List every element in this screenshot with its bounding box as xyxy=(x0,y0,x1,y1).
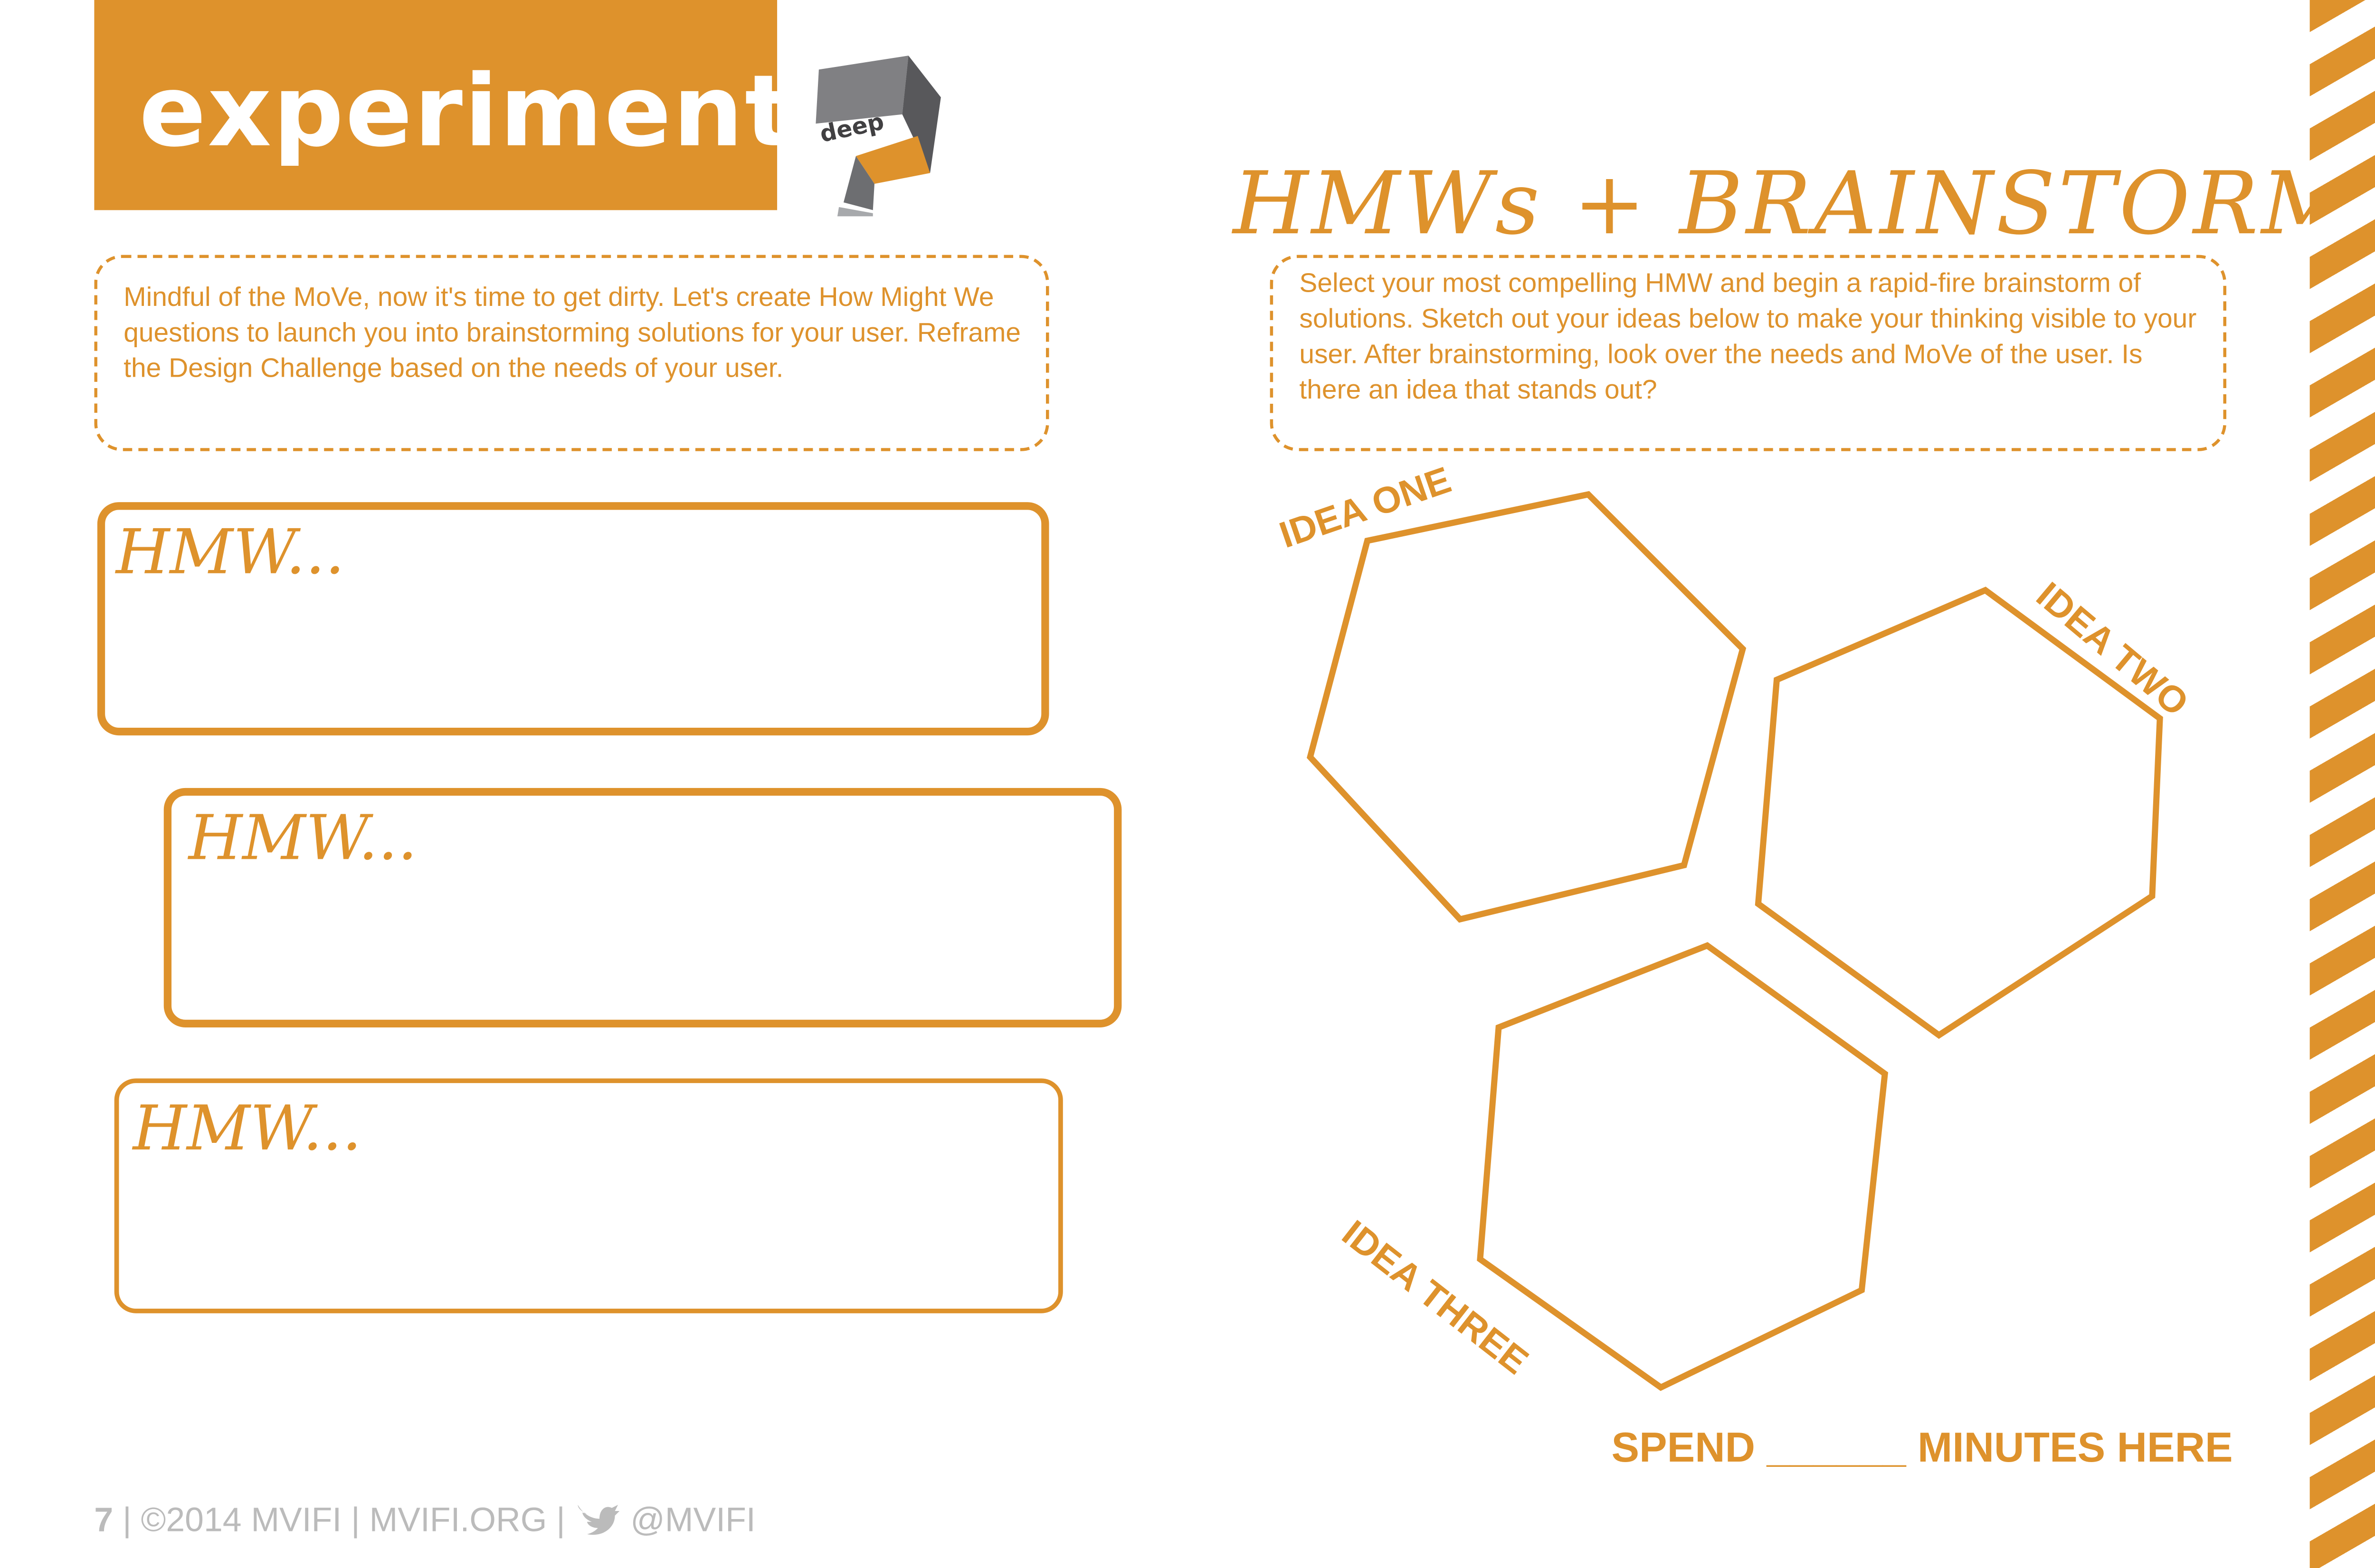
minutes-blank[interactable]: ______ xyxy=(1767,1425,1906,1471)
page-number: 7 xyxy=(94,1500,114,1539)
spend-prefix: SPEND xyxy=(1611,1424,1756,1471)
decorative-stripes xyxy=(2309,0,2375,1568)
copyright: ©2014 MVIFI xyxy=(141,1500,342,1539)
twitter-bird-icon xyxy=(575,1500,621,1547)
idea-hexagons xyxy=(1307,491,2163,1391)
idea-three-hexagon xyxy=(1477,942,1889,1391)
worksheet-page: experiment deep Mindful of the MoVe, now… xyxy=(0,0,2375,1568)
spend-minutes: SPEND ______ MINUTES HERE xyxy=(1611,1425,2232,1473)
spend-suffix: MINUTES HERE xyxy=(1918,1424,2233,1471)
footer: 7 | ©2014 MVIFI | MVIFI.ORG | @MVIFI xyxy=(94,1500,755,1547)
twitter-handle[interactable]: @MVIFI xyxy=(630,1500,755,1539)
website-link[interactable]: MVIFI.ORG xyxy=(370,1500,547,1539)
idea-one-hexagon xyxy=(1307,491,1747,923)
